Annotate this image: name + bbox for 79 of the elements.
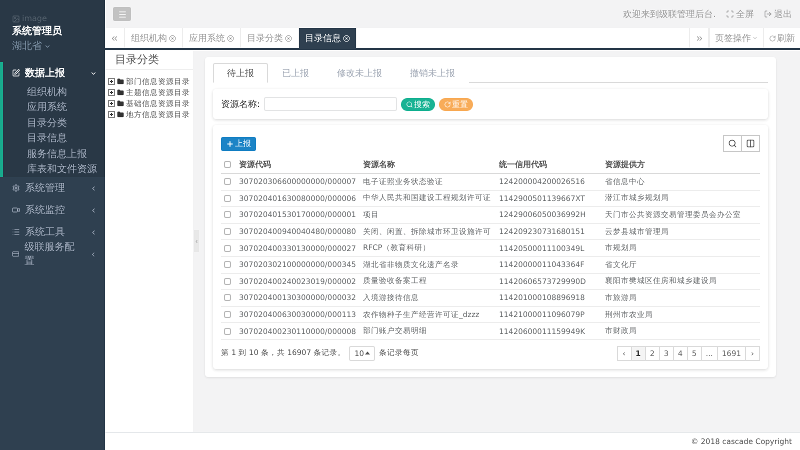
caret-icon: [44, 42, 51, 50]
card-icon: [12, 250, 20, 258]
column-header: 统一信用代码: [499, 156, 605, 174]
image-icon: [12, 14, 20, 22]
checkbox[interactable]: [224, 211, 231, 218]
checkbox[interactable]: [224, 161, 231, 168]
column-header: 资源名称: [363, 156, 499, 174]
page-tab[interactable]: 目录信息: [299, 28, 357, 48]
refresh-icon: [769, 34, 776, 42]
menu-label: 系统工具: [25, 226, 65, 239]
checkbox[interactable]: [224, 228, 231, 236]
list-icon: [12, 228, 20, 236]
user-name: 系统管理员: [12, 24, 63, 38]
checkbox[interactable]: [224, 178, 231, 186]
menu-item[interactable]: 系统管理: [3, 177, 105, 199]
menu-icon: [118, 10, 126, 18]
scroll-right-button[interactable]: [689, 28, 709, 48]
field-label: 资源名称:: [221, 98, 260, 110]
checkbox[interactable]: [224, 328, 231, 335]
submenu-item[interactable]: 目录分类: [3, 115, 105, 130]
search-icon: [406, 100, 414, 108]
menu-label: 系统管理: [25, 182, 65, 195]
caret-icon: [365, 351, 370, 356]
columns-icon: [746, 139, 755, 148]
folder-icon: [117, 100, 124, 107]
submenu-item[interactable]: 目录信息: [3, 130, 105, 146]
checkbox[interactable]: [224, 261, 231, 268]
report-tab[interactable]: 待上报: [213, 63, 268, 83]
collapse-handle[interactable]: [194, 230, 198, 252]
menu-item[interactable]: 系统监控: [3, 199, 105, 221]
checkbox[interactable]: [224, 194, 231, 202]
columns-button[interactable]: [741, 135, 760, 152]
logout-icon: [764, 10, 772, 18]
menu-item[interactable]: 系统工具: [3, 221, 105, 243]
expand-icon[interactable]: [108, 78, 115, 85]
folder-icon: [117, 78, 124, 85]
expand-icon[interactable]: [108, 111, 115, 118]
expand-icon[interactable]: [108, 100, 115, 107]
chevron-icon: [90, 184, 97, 192]
expand-icon[interactable]: [108, 89, 115, 96]
plus-icon: [226, 140, 234, 148]
refresh-icon: [444, 100, 452, 108]
double-chevron-icon: [694, 34, 704, 42]
caret-icon: [752, 35, 758, 41]
checkbox[interactable]: [224, 244, 231, 252]
submenu-item[interactable]: 组织机构: [3, 84, 105, 100]
checkbox[interactable]: [224, 278, 231, 285]
folder-icon: [117, 111, 124, 118]
expand-icon: [726, 10, 734, 18]
search-button[interactable]: [723, 135, 742, 152]
chevron-icon: [90, 70, 97, 76]
search-icon: [728, 139, 737, 148]
menu-item[interactable]: 级联服务配置: [3, 243, 105, 265]
chevron-icon: [90, 250, 97, 258]
chevron-icon: [90, 228, 97, 236]
edit-icon: [12, 69, 20, 77]
menu-label: 数据上报: [25, 66, 65, 80]
submenu-item[interactable]: 应用系统: [3, 100, 105, 115]
chevron-icon: [90, 206, 97, 214]
welcome-text: 欢迎来到级联管理后台.: [623, 8, 716, 20]
menu-label: 系统监控: [25, 204, 65, 217]
column-header: 资源代码: [239, 156, 363, 174]
folder-icon: [117, 89, 124, 96]
chevron-icon: [194, 238, 198, 244]
checkbox[interactable]: [224, 311, 231, 318]
region-dropdown[interactable]: 湖北省: [12, 39, 95, 53]
tree-title: 目录分类: [105, 50, 193, 70]
video-camera-icon: [12, 206, 20, 214]
column-header: 资源提供方: [605, 156, 760, 174]
double-chevron-icon: [110, 34, 119, 42]
menu-label: 级联服务配置: [24, 241, 76, 268]
menu-button[interactable]: [113, 7, 131, 21]
submenu-item[interactable]: 库表和文件资源: [3, 162, 105, 177]
gear-icon: [12, 184, 20, 192]
submenu-item[interactable]: 服务信息上报: [3, 146, 105, 162]
checkbox[interactable]: [224, 294, 231, 302]
input-field[interactable]: [264, 97, 398, 111]
menu-item[interactable]: 数据上报: [3, 62, 105, 84]
report-button[interactable]: 上报: [221, 136, 256, 150]
